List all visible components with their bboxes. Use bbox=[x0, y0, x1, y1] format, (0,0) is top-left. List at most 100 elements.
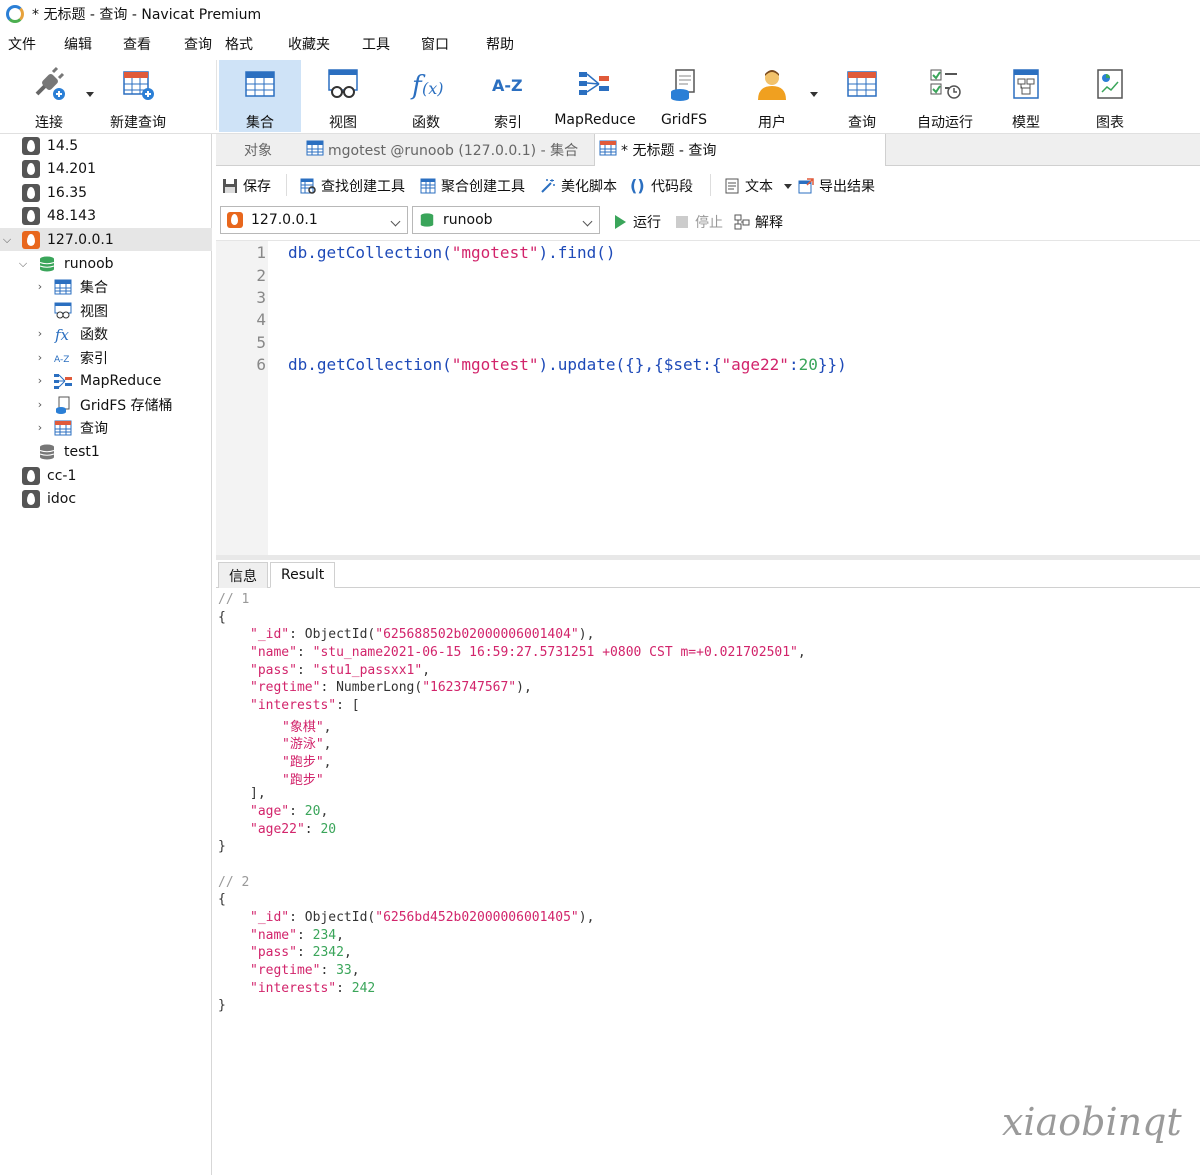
find-builder-label: 查找创建工具 bbox=[321, 179, 405, 195]
connection-label: 14.201 bbox=[47, 160, 96, 177]
menu-file[interactable]: 文件 bbox=[8, 34, 36, 54]
menu-help[interactable]: 帮助 bbox=[486, 34, 514, 54]
new-query-icon bbox=[120, 66, 156, 102]
query-button[interactable]: 查询 bbox=[826, 60, 898, 132]
query-editor[interactable]: 1 2 3 4 5 6 db.getCollection("mgotest").… bbox=[216, 240, 1200, 556]
function-fx-icon: fx bbox=[54, 325, 72, 344]
connection-label: 127.0.0.1 bbox=[47, 231, 114, 248]
menu-tools[interactable]: 工具 bbox=[362, 34, 390, 54]
database-label: test1 bbox=[64, 443, 100, 460]
user-dropdown-arrow-icon[interactable] bbox=[810, 92, 818, 97]
database-select[interactable]: runoob bbox=[412, 206, 600, 234]
index-az-icon: A-Z bbox=[54, 349, 72, 367]
chart-button[interactable]: 图表 bbox=[1074, 60, 1146, 132]
model-button[interactable]: 模型 bbox=[990, 60, 1062, 132]
tree-item-indexes[interactable]: › A-Z 索引 bbox=[0, 346, 212, 369]
chart-label: 图表 bbox=[1096, 115, 1124, 131]
explain-button[interactable]: 解释 bbox=[734, 212, 783, 232]
tree-item-gridfs[interactable]: › GridFS 存储桶 bbox=[0, 393, 212, 416]
query-label: 查询 bbox=[848, 115, 876, 131]
menu-edit[interactable]: 编辑 bbox=[64, 34, 92, 54]
json-field: "_id": ObjectId("625688502b0200000600140… bbox=[250, 627, 595, 642]
menu-window[interactable]: 窗口 bbox=[421, 34, 449, 54]
chevron-right-icon[interactable]: › bbox=[35, 398, 45, 411]
chevron-right-icon[interactable]: › bbox=[35, 327, 45, 340]
run-button[interactable]: 运行 bbox=[612, 212, 661, 232]
explain-label: 解释 bbox=[755, 215, 783, 231]
chevron-right-icon[interactable]: › bbox=[35, 374, 45, 387]
connection-item[interactable]: cc-1 bbox=[0, 464, 212, 487]
chevron-down-icon[interactable]: ⌵ bbox=[2, 233, 12, 247]
connect-dropdown-arrow-icon[interactable] bbox=[86, 92, 94, 97]
text-button[interactable]: 文本 bbox=[724, 176, 773, 196]
stop-button[interactable]: 停止 bbox=[674, 212, 723, 232]
connection-item[interactable]: 14.201 bbox=[0, 157, 212, 180]
export-results-button[interactable]: 导出结果 bbox=[798, 176, 875, 196]
tab-objects[interactable]: 对象 bbox=[216, 134, 300, 166]
tab-result[interactable]: Result bbox=[270, 562, 336, 588]
chevron-right-icon[interactable]: › bbox=[35, 351, 45, 364]
json-brace: { bbox=[218, 610, 226, 625]
user-button[interactable]: 用户 bbox=[736, 60, 808, 132]
mapreduce-button[interactable]: MapReduce bbox=[552, 60, 638, 132]
view-button[interactable]: 视图 bbox=[304, 60, 382, 132]
text-dropdown-arrow-icon[interactable] bbox=[784, 184, 792, 189]
menu-query[interactable]: 查询 bbox=[184, 34, 212, 54]
database-select-value: runoob bbox=[443, 212, 493, 228]
save-disk-icon bbox=[222, 178, 238, 194]
export-icon bbox=[798, 178, 814, 194]
save-button[interactable]: 保存 bbox=[222, 176, 271, 196]
connect-label: 连接 bbox=[35, 115, 63, 131]
menu-bar: 文件 编辑 查看 查询 格式 收藏夹 工具 窗口 帮助 bbox=[0, 28, 1200, 56]
connection-item[interactable]: 16.35 bbox=[0, 181, 212, 204]
connection-select[interactable]: 127.0.0.1 bbox=[220, 206, 408, 234]
new-query-button[interactable]: 新建查询 bbox=[100, 60, 176, 132]
function-button[interactable]: f (x) 函数 bbox=[388, 60, 464, 132]
mapreduce-label: MapReduce bbox=[554, 112, 636, 128]
save-label: 保存 bbox=[243, 179, 271, 195]
menu-favorites[interactable]: 收藏夹 bbox=[288, 34, 330, 54]
connection-label: 48.143 bbox=[47, 207, 96, 224]
connection-item-active[interactable]: ⌵ 127.0.0.1 bbox=[0, 228, 212, 251]
query-toolbar: 保存 查找创建工具 聚合创建工具 美化脚本 () 代码段 文本 导出结果 bbox=[216, 168, 1200, 202]
auto-run-button[interactable]: 自动运行 bbox=[910, 60, 980, 132]
line-number: 5 bbox=[256, 333, 266, 352]
run-label: 运行 bbox=[633, 215, 661, 231]
connect-button[interactable]: 连接 bbox=[12, 60, 86, 132]
tab-info[interactable]: 信息 bbox=[218, 562, 268, 588]
collection-button[interactable]: 集合 bbox=[219, 60, 301, 132]
aggregate-builder-button[interactable]: 聚合创建工具 bbox=[420, 176, 525, 196]
window-title: * 无标题 - 查询 - Navicat Premium bbox=[32, 7, 262, 23]
chevron-right-icon[interactable]: › bbox=[35, 421, 45, 434]
snippet-button[interactable]: () 代码段 bbox=[630, 176, 693, 196]
beautify-button[interactable]: 美化脚本 bbox=[540, 176, 617, 196]
line-number: 1 bbox=[256, 243, 266, 262]
connection-item[interactable]: 14.5 bbox=[0, 134, 212, 157]
menu-view[interactable]: 查看 bbox=[123, 34, 151, 54]
query-context-bar: 127.0.0.1 runoob 运行 停止 解释 bbox=[216, 203, 1200, 237]
tree-item-mapreduce[interactable]: › MapReduce bbox=[0, 369, 212, 392]
tree-item-queries[interactable]: › 查询 bbox=[0, 416, 212, 439]
connection-item[interactable]: 48.143 bbox=[0, 204, 212, 227]
tree-label: 查询 bbox=[80, 420, 108, 437]
json-field: "regtime": NumberLong("1623747567"), bbox=[250, 680, 532, 695]
tree-item-functions[interactable]: › fx 函数 bbox=[0, 322, 212, 345]
chevron-down-icon[interactable]: ⌵ bbox=[18, 257, 28, 271]
chevron-right-icon[interactable]: › bbox=[35, 280, 45, 293]
gridfs-button[interactable]: GridFS bbox=[648, 60, 720, 132]
user-label: 用户 bbox=[758, 115, 786, 131]
find-builder-button[interactable]: 查找创建工具 bbox=[300, 176, 405, 196]
line-number-gutter: 1 2 3 4 5 6 bbox=[216, 241, 268, 556]
tree-item-views[interactable]: 视图 bbox=[0, 299, 212, 322]
menu-format[interactable]: 格式 bbox=[225, 34, 253, 54]
index-button[interactable]: A-Z 索引 bbox=[470, 60, 546, 132]
tab-query[interactable]: * 无标题 - 查询 bbox=[594, 134, 886, 166]
database-item[interactable]: test1 bbox=[0, 440, 212, 463]
tree-item-collections[interactable]: › 集合 bbox=[0, 275, 212, 298]
table-icon bbox=[54, 278, 72, 296]
database-item[interactable]: ⌵ runoob bbox=[0, 252, 212, 275]
svg-text:(x): (x) bbox=[422, 79, 444, 98]
result-output[interactable]: // 1 { "_id": ObjectId("625688502b020000… bbox=[216, 590, 1200, 1175]
connection-item[interactable]: idoc bbox=[0, 487, 212, 510]
tab-collection[interactable]: mgotest @runoob (127.0.0.1) - 集合 bbox=[302, 134, 594, 166]
